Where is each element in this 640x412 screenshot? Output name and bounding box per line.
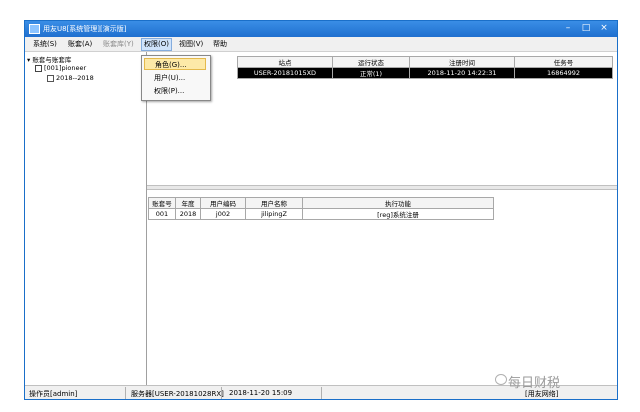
maximize-button[interactable]: □: [577, 22, 595, 35]
cell-function: [reg]系统注册: [302, 208, 494, 220]
col-run-status: 运行状态: [332, 56, 410, 68]
status-divider: [125, 387, 126, 399]
tree-year-label: 2018--2018: [56, 74, 94, 82]
tree-year-node[interactable]: 2018--2018: [47, 74, 94, 82]
cell-site: USER-20181015XD: [237, 67, 333, 79]
cell-account-no: 001: [148, 208, 176, 220]
status-datetime: 2018-11-20 15:09: [229, 389, 293, 397]
menu-bar: 系统(S) 账套(A) 账套库(Y) 权限(O) 视图(V) 帮助: [25, 37, 617, 52]
cell-user-name: jilipingZ: [245, 208, 303, 220]
wechat-icon: [495, 374, 507, 385]
main-window: 用友U8[系统管理][演示版] – □ × 系统(S) 账套(A) 账套库(Y)…: [24, 20, 618, 400]
app-icon: [29, 24, 40, 34]
title-bar[interactable]: 用友U8[系统管理][演示版] – □ ×: [25, 21, 617, 37]
cell-year: 2018: [175, 208, 201, 220]
status-operator: 操作员[admin]: [29, 390, 78, 398]
minimize-button[interactable]: –: [559, 22, 577, 35]
menu-account[interactable]: 账套(A): [66, 39, 94, 49]
table-row[interactable]: USER-20181015XD 正常(1) 2018-11-20 14:22:3…: [237, 67, 613, 79]
calendar-icon: [47, 74, 54, 82]
chevron-down-icon[interactable]: ▾: [27, 56, 30, 64]
table-header: 站点 运行状态 注册时间 任务号: [237, 56, 613, 68]
menu-item-permission[interactable]: 权限(P)...: [144, 85, 206, 97]
tree-root[interactable]: ▾ 账套与账套库: [27, 54, 71, 64]
watermark-text: 每日财税: [508, 376, 561, 391]
window-title: 用友U8[系统管理][演示版]: [43, 25, 127, 33]
permission-dropdown-menu: 角色(G)... 用户(U)... 权限(P)...: [141, 55, 211, 101]
col-site: 站点: [237, 56, 333, 68]
menu-item-role[interactable]: 角色(G)...: [144, 58, 206, 70]
col-task-no: 任务号: [514, 56, 613, 68]
menu-account-library[interactable]: 账套库(Y): [101, 39, 136, 49]
menu-view[interactable]: 视图(V): [177, 39, 205, 49]
tree-account-node[interactable]: [001]pioneer: [35, 64, 86, 72]
close-button[interactable]: ×: [595, 22, 613, 35]
menu-system[interactable]: 系统(S): [31, 39, 59, 49]
menu-item-user[interactable]: 用户(U)...: [144, 72, 206, 84]
table-row[interactable]: 001 2018 j002 jilipingZ [reg]系统注册: [148, 208, 494, 220]
tree-root-label: 账套与账套库: [32, 56, 72, 64]
pane-splitter[interactable]: [147, 185, 617, 190]
cell-run-status: 正常(1): [332, 67, 410, 79]
col-user-name: 用户名称: [245, 197, 303, 209]
cell-task-no: 16864992: [514, 67, 613, 79]
status-server: 服务器[USER-20181028RX]: [131, 390, 224, 398]
tree-account-label: [001]pioneer: [44, 64, 87, 72]
status-divider: [321, 387, 322, 399]
col-function: 执行功能: [302, 197, 494, 209]
col-login-time: 注册时间: [409, 56, 515, 68]
account-checkbox-icon: [35, 64, 42, 72]
status-divider: [221, 387, 222, 399]
cell-login-time: 2018-11-20 14:22:31: [409, 67, 515, 79]
task-table: 账套号 年度 用户编码 用户名称 执行功能 001 2018 j002 jili…: [148, 197, 494, 220]
col-year: 年度: [175, 197, 201, 209]
table-header: 账套号 年度 用户编码 用户名称 执行功能: [148, 197, 494, 209]
session-table: 站点 运行状态 注册时间 任务号 USER-20181015XD 正常(1) 2…: [237, 56, 613, 79]
menu-permission[interactable]: 权限(O): [141, 38, 172, 51]
col-user-code: 用户编码: [200, 197, 246, 209]
col-account-no: 账套号: [148, 197, 176, 209]
menu-help[interactable]: 帮助: [211, 39, 229, 49]
cell-user-code: j002: [200, 208, 246, 220]
account-tree-pane: ▾ 账套与账套库 [001]pioneer 2018--2018: [25, 52, 147, 386]
